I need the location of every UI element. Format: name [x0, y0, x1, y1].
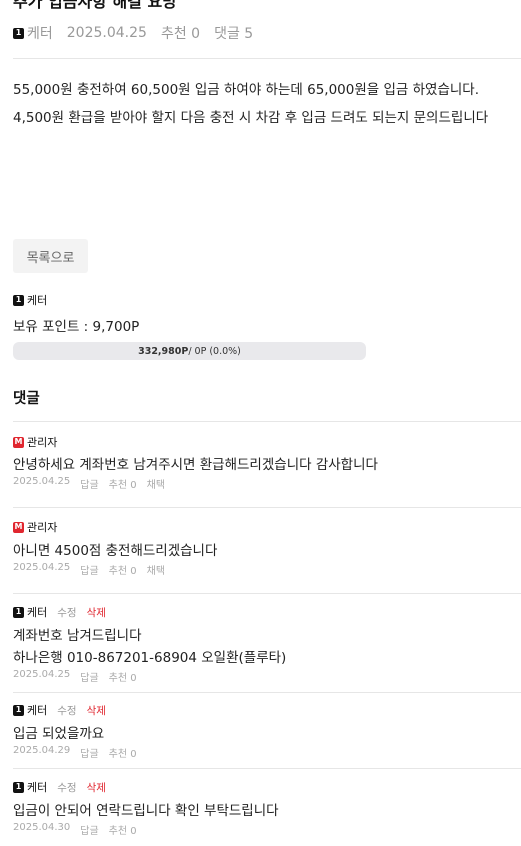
- comment-divider: [13, 593, 521, 594]
- comment-text: 하나은행 010-867201-68904 오일환(플루타): [13, 650, 287, 666]
- comment-text: 아니면 4500점 충전해드리겠습니다: [13, 543, 218, 559]
- adopt-button[interactable]: 채택: [147, 476, 165, 491]
- points-progress-value: 332,980P: [138, 345, 189, 357]
- edit-button[interactable]: 수정: [57, 703, 76, 718]
- author-level-badge: 1: [13, 781, 24, 793]
- back-to-list-button[interactable]: 목록으로: [13, 239, 88, 273]
- recommend-button[interactable]: 추천 0: [109, 745, 137, 760]
- comment-author[interactable]: 케터: [27, 779, 47, 795]
- comment-text: 입금이 안되어 연락드립니다 확인 부탁드립니다: [13, 803, 279, 819]
- post-body-line: 55,000원 충전하여 60,500원 입금 하여야 하는데 65,000원을…: [13, 82, 479, 98]
- comment-author[interactable]: 케터: [27, 702, 47, 718]
- reply-button[interactable]: 답글: [80, 822, 98, 837]
- comment-meta: 2025.04.25 답글 추천 0: [13, 669, 147, 684]
- author-level-badge: 1: [13, 704, 24, 716]
- reply-button[interactable]: 답글: [80, 562, 98, 577]
- comment-divider: [13, 692, 521, 693]
- post-title: 추가 입금사항 해결 요망: [13, 0, 177, 11]
- profile-points: 보유 포인트 : 9,700P: [13, 319, 140, 335]
- reply-button[interactable]: 답글: [80, 476, 98, 491]
- author-level-badge: 1: [13, 27, 24, 39]
- recommend-button[interactable]: 추천 0: [109, 562, 137, 577]
- comment-date: 2025.04.25: [13, 562, 71, 573]
- comment-author-row: 1 케터 수정 삭제: [13, 604, 106, 620]
- comment-text: 입금 되었을까요: [13, 726, 105, 742]
- recommend-button[interactable]: 추천 0: [109, 822, 137, 837]
- comment-author[interactable]: 관리자: [27, 434, 57, 450]
- points-progress-label: 332,980P / 0P (0.0%): [13, 342, 366, 360]
- header-divider: [13, 58, 521, 59]
- comment-date: 2025.04.25: [13, 669, 71, 680]
- comment-text: 안녕하세요 계좌번호 남겨주시면 환급해드리겠습니다 감사합니다: [13, 457, 378, 473]
- delete-button[interactable]: 삭제: [87, 605, 106, 620]
- comment-text: 계좌번호 남겨드립니다: [13, 628, 142, 644]
- delete-button[interactable]: 삭제: [87, 780, 106, 795]
- comment-author-row: 1 케터 수정 삭제: [13, 779, 106, 795]
- post-meta: 1 케터 2025.04.25 추천 0 댓글 5: [13, 23, 253, 43]
- comments-heading: 댓글: [13, 391, 40, 407]
- admin-badge-icon: M: [13, 436, 24, 448]
- comments-divider: [13, 421, 521, 422]
- profile-name[interactable]: 케터: [27, 292, 47, 308]
- edit-button[interactable]: 수정: [57, 780, 76, 795]
- post-comment-count: 댓글 5: [214, 26, 254, 42]
- comment-date: 2025.04.29: [13, 745, 71, 756]
- comment-divider: [13, 507, 521, 508]
- comment-author-row: M 관리자: [13, 519, 57, 535]
- profile-author: 1 케터: [13, 292, 47, 308]
- post-body-line: 4,500원 환급을 받아야 할지 다음 충전 시 차감 후 입금 드려도 되는…: [13, 110, 489, 126]
- comment-meta: 2025.04.29 답글 추천 0: [13, 745, 147, 760]
- comment-author-row: M 관리자: [13, 434, 57, 450]
- delete-button[interactable]: 삭제: [87, 703, 106, 718]
- points-progress-rest: / 0P (0.0%): [188, 345, 241, 357]
- adopt-button[interactable]: 채택: [147, 562, 165, 577]
- comment-meta: 2025.04.30 답글 추천 0: [13, 822, 147, 837]
- admin-badge-icon: M: [13, 521, 24, 533]
- points-progress-bar: 332,980P / 0P (0.0%): [13, 342, 366, 360]
- post-recommend-count: 추천 0: [160, 26, 201, 42]
- comment-date: 2025.04.25: [13, 476, 71, 487]
- post-date: 2025.04.25: [66, 25, 147, 41]
- reply-button[interactable]: 답글: [80, 669, 98, 684]
- edit-button[interactable]: 수정: [57, 605, 76, 620]
- reply-button[interactable]: 답글: [80, 745, 98, 760]
- comment-divider: [13, 768, 521, 769]
- recommend-button[interactable]: 추천 0: [109, 669, 137, 684]
- comment-date: 2025.04.30: [13, 822, 71, 833]
- author-level-badge: 1: [13, 294, 24, 306]
- comment-author-row: 1 케터 수정 삭제: [13, 702, 106, 718]
- comment-meta: 2025.04.25 답글 추천 0 채택: [13, 562, 175, 577]
- post-author[interactable]: 케터: [27, 23, 53, 43]
- comment-author[interactable]: 케터: [27, 604, 47, 620]
- comment-author[interactable]: 관리자: [27, 519, 57, 535]
- author-level-badge: 1: [13, 606, 24, 618]
- comment-meta: 2025.04.25 답글 추천 0 채택: [13, 476, 175, 491]
- recommend-button[interactable]: 추천 0: [109, 476, 137, 491]
